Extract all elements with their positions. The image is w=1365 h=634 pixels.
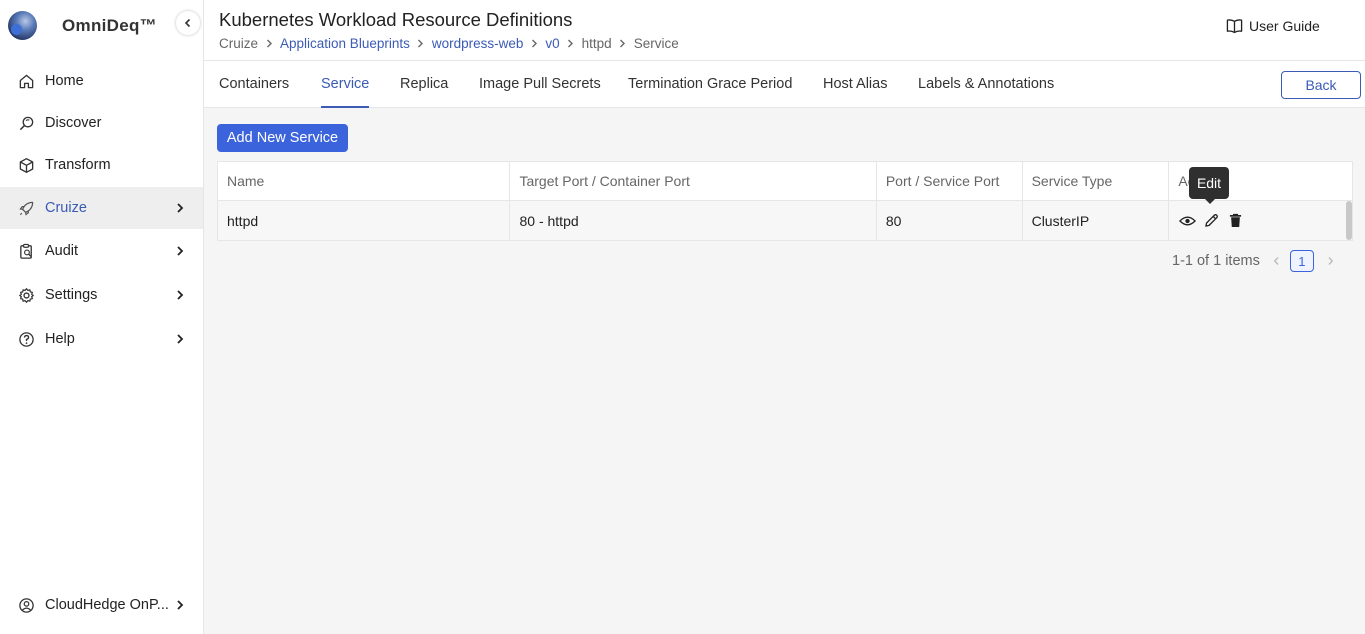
brand-name: OmniDeq™ <box>62 16 157 35</box>
sidebar-item-discover[interactable]: Discover <box>0 102 203 144</box>
breadcrumb-item-cruize[interactable]: Cruize <box>219 36 258 51</box>
main-content: Add New Service Name Target Port / Conta… <box>204 108 1365 634</box>
chevron-right-icon <box>174 333 186 345</box>
rocket-icon <box>17 199 35 217</box>
discover-icon <box>17 114 35 132</box>
cell-actions <box>1169 201 1353 240</box>
tab-containers[interactable]: Containers <box>219 76 289 108</box>
gear-icon <box>17 286 35 304</box>
prev-page-button[interactable] <box>1268 256 1286 266</box>
breadcrumb-item-wordpress-web[interactable]: wordpress-web <box>432 36 524 51</box>
user-guide-label: User Guide <box>1249 18 1320 34</box>
next-page-button[interactable] <box>1322 256 1340 266</box>
sidebar: OmniDeq™ Home Discover Transform Cruize <box>0 0 204 634</box>
tab-service[interactable]: Service <box>321 76 370 108</box>
user-guide-link[interactable]: User Guide <box>1226 18 1320 34</box>
delete-icon[interactable] <box>1226 212 1244 230</box>
account-label: CloudHedge OnP... <box>45 597 169 613</box>
breadcrumb-item-httpd: httpd <box>581 36 612 51</box>
chevron-right-icon <box>174 599 186 611</box>
cell-service-port: 80 <box>877 201 1023 240</box>
chevron-right-icon <box>258 39 280 48</box>
tabs-bar: Containers Service Replica Image Pull Se… <box>204 62 1365 108</box>
sidebar-item-label: Home <box>45 73 84 89</box>
audit-icon <box>17 242 35 260</box>
page-number-button[interactable]: 1 <box>1289 250 1314 272</box>
sidebar-item-transform[interactable]: Transform <box>0 144 203 186</box>
column-header-name[interactable]: Name <box>218 162 511 200</box>
cell-name: httpd <box>218 201 511 240</box>
cell-target-port: 80 - httpd <box>510 201 877 240</box>
logo-row: OmniDeq™ <box>0 0 204 50</box>
row-actions <box>1178 212 1244 230</box>
chevron-right-icon <box>560 39 582 48</box>
pagination-summary: 1-1 of 1 items <box>1172 253 1260 269</box>
column-header-service-port[interactable]: Port / Service Port <box>877 162 1023 200</box>
help-icon <box>17 330 35 348</box>
sidebar-item-label: Cruize <box>45 200 87 216</box>
breadcrumb-item-application-blueprints[interactable]: Application Blueprints <box>280 36 410 51</box>
table-row: httpd 80 - httpd 80 ClusterIP <box>218 201 1353 240</box>
edit-icon[interactable] <box>1202 212 1220 230</box>
home-icon <box>17 72 35 90</box>
collapse-sidebar-button[interactable] <box>176 11 200 35</box>
sidebar-item-label: Audit <box>45 243 79 259</box>
cell-service-type: ClusterIP <box>1023 201 1170 240</box>
chevron-right-icon <box>1328 257 1334 265</box>
page-header: Kubernetes Workload Resource Definitions… <box>204 0 1365 61</box>
sidebar-item-label: Help <box>45 331 75 347</box>
omnideq-logo[interactable] <box>8 11 37 40</box>
chevron-right-icon <box>174 202 186 214</box>
tab-termination-grace-period[interactable]: Termination Grace Period <box>628 76 792 108</box>
tab-replica[interactable]: Replica <box>400 76 448 108</box>
book-icon <box>1226 19 1243 34</box>
sidebar-item-cruize[interactable]: Cruize <box>0 187 203 229</box>
table-scrollbar[interactable] <box>1346 201 1353 240</box>
view-icon[interactable] <box>1178 212 1196 230</box>
tab-host-alias[interactable]: Host Alias <box>823 76 887 108</box>
sidebar-item-audit[interactable]: Audit <box>0 230 203 272</box>
table-header-row: Name Target Port / Container Port Port /… <box>218 162 1352 201</box>
chevron-left-icon <box>184 18 191 28</box>
column-header-target-port[interactable]: Target Port / Container Port <box>510 162 877 200</box>
breadcrumb-item-service: Service <box>633 36 679 51</box>
cube-icon <box>17 156 35 174</box>
tab-image-pull-secrets[interactable]: Image Pull Secrets <box>479 76 601 108</box>
account-icon <box>17 596 35 614</box>
sidebar-item-label: Settings <box>45 287 98 303</box>
sidebar-item-settings[interactable]: Settings <box>0 274 203 316</box>
sidebar-item-label: Discover <box>45 115 102 131</box>
services-table: Name Target Port / Container Port Port /… <box>217 161 1353 241</box>
sidebar-item-help[interactable]: Help <box>0 318 203 360</box>
tab-labels-annotations[interactable]: Labels & Annotations <box>918 76 1054 108</box>
pagination: 1-1 of 1 items 1 <box>1172 250 1340 272</box>
edit-tooltip: Edit <box>1189 167 1229 204</box>
breadcrumb-item-v0[interactable]: v0 <box>545 36 559 51</box>
chevron-right-icon <box>612 39 634 48</box>
column-header-service-type[interactable]: Service Type <box>1023 162 1170 200</box>
page-title: Kubernetes Workload Resource Definitions <box>219 9 573 30</box>
sidebar-item-home[interactable]: Home <box>0 60 203 102</box>
chevron-right-icon <box>523 39 545 48</box>
chevron-right-icon <box>174 289 186 301</box>
chevron-right-icon <box>410 39 432 48</box>
back-button[interactable]: Back <box>1281 71 1361 99</box>
chevron-right-icon <box>174 245 186 257</box>
sidebar-item-label: Transform <box>45 157 111 173</box>
breadcrumb: Cruize Application Blueprints wordpress-… <box>219 36 679 51</box>
sidebar-item-account[interactable]: CloudHedge OnP... <box>0 584 203 626</box>
add-new-service-button[interactable]: Add New Service <box>217 124 348 152</box>
chevron-left-icon <box>1274 257 1279 265</box>
